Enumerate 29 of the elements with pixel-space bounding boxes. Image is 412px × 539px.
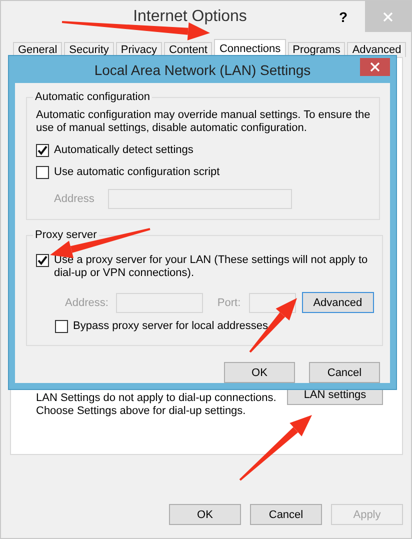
address-field[interactable] [108,189,292,209]
field-label: Port: [217,296,241,308]
checkbox[interactable] [36,254,49,267]
group-title: Proxy server [34,229,98,241]
dialog-button[interactable]: OK [169,504,241,525]
help-button[interactable]: ? [339,8,359,24]
group-title: Automatic configuration [34,91,151,103]
dialog-title: Local Area Network (LAN) Settings [93,62,312,78]
info-text: Choose Settings above for dial-up settings. [36,405,247,418]
checkbox-label[interactable]: Use a proxy server for your LAN (These settings will not apply to dial-up or VPN connections). [54,254,374,280]
checkbox-label[interactable]: Bypass proxy server for local addresses [73,320,268,333]
close-button[interactable] [360,58,390,76]
checkbox[interactable] [36,166,49,179]
window-title: Internet Options [132,8,248,26]
checkbox-label[interactable]: Use automatic configuration script [54,166,220,179]
field-label: Address: [65,296,108,308]
address-field[interactable] [116,292,204,312]
checkbox[interactable] [36,144,49,157]
close-icon [370,62,380,72]
advanced-button[interactable]: Advanced [302,292,374,313]
dialog-button[interactable]: OK [224,362,295,383]
dialog-button[interactable]: Cancel [250,504,322,525]
field-label: Address [54,193,96,205]
info-text: LAN Settings do not apply to dial-up connections. [36,392,276,405]
close-icon [383,12,393,22]
checkbox-label[interactable]: Automatically detect settings [54,144,194,157]
dialog-button[interactable]: Cancel [309,362,380,383]
description-text: Automatic configuration may override manual settings. To ensure the use of manual settings, disable automatic configuration. [36,109,371,135]
checkbox[interactable] [55,320,68,333]
